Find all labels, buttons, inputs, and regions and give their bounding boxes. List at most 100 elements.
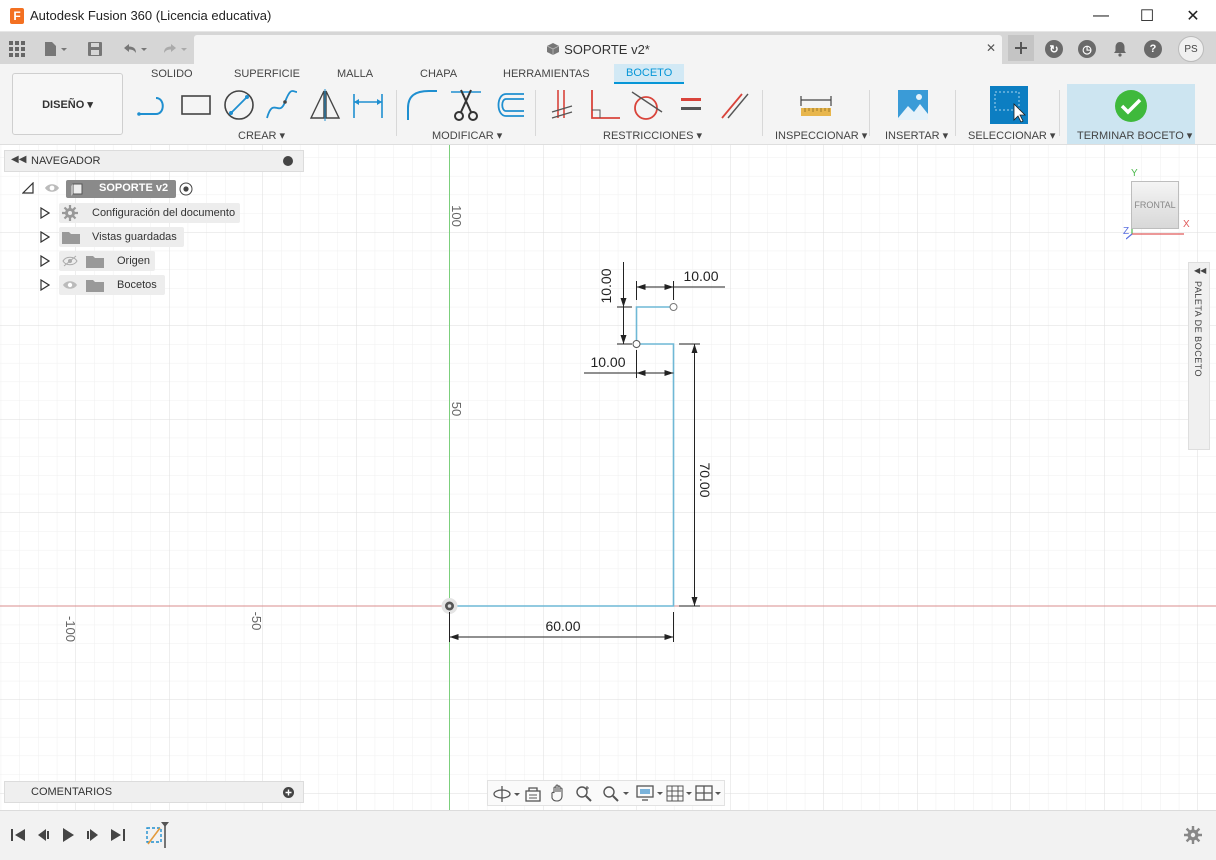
redo-icon[interactable]: [158, 38, 190, 60]
orbit-icon[interactable]: [492, 785, 520, 803]
tab-boceto[interactable]: BOCETO: [614, 64, 685, 84]
comments-title: COMENTARIOS: [31, 786, 113, 798]
user-avatar[interactable]: PS: [1178, 36, 1204, 62]
create-group-menu[interactable]: CREAR ▾: [238, 129, 285, 142]
equal-constraint-icon[interactable]: [674, 88, 708, 122]
constraints-group-menu[interactable]: RESTRICCIONES ▾: [603, 129, 702, 142]
notifications-bell-icon[interactable]: [1109, 38, 1131, 60]
viewcube-face-label: FRONTAL: [1134, 200, 1176, 210]
spline-tool-icon[interactable]: [265, 88, 299, 122]
timeline-settings-gear-icon[interactable]: [1184, 826, 1202, 844]
parallel-constraint-icon[interactable]: [718, 88, 752, 122]
expand-arrow-icon[interactable]: [40, 279, 50, 291]
fillet-tool-icon[interactable]: [405, 88, 439, 122]
tree-item-origin[interactable]: Origen: [59, 251, 155, 271]
expand-arrow-icon[interactable]: [40, 255, 50, 267]
expand-palette-icon[interactable]: ◀◀: [1194, 266, 1206, 275]
look-at-icon[interactable]: [524, 785, 542, 803]
measure-ruler-icon[interactable]: [799, 88, 833, 122]
dimension-60: 60.00: [545, 618, 580, 634]
help-icon[interactable]: ?: [1142, 38, 1164, 60]
step-forward-icon[interactable]: [85, 827, 101, 843]
tree-expanded-triangle-icon[interactable]: [22, 182, 34, 194]
data-panel-grid-icon[interactable]: [6, 38, 28, 60]
circle-tool-icon[interactable]: [222, 88, 256, 122]
rectangle-tool-icon[interactable]: [179, 88, 213, 122]
tab-superficie[interactable]: SUPERFICIE: [234, 68, 300, 86]
tree-item-sketches[interactable]: Bocetos: [59, 275, 165, 295]
sketch-palette-panel[interactable]: ◀◀ PALETA DE BOCETO: [1188, 262, 1210, 450]
viewports-icon[interactable]: [695, 784, 723, 802]
minimize-button[interactable]: —: [1078, 0, 1124, 32]
offset-tool-icon[interactable]: [492, 88, 526, 122]
mirror-tool-icon[interactable]: [308, 88, 342, 122]
zoom-icon[interactable]: [575, 784, 593, 802]
tab-solido[interactable]: SOLIDO: [151, 68, 193, 86]
axis-label-x-neg100: -100: [63, 616, 78, 642]
root-component-row[interactable]: SOPORTE v2: [66, 180, 176, 198]
activate-component-radio-icon[interactable]: [179, 182, 193, 196]
grid-snap-icon[interactable]: [666, 784, 694, 802]
new-tab-plus-icon[interactable]: [1008, 35, 1034, 61]
extensions-icon[interactable]: ↻: [1043, 38, 1065, 60]
fit-zoom-icon[interactable]: [601, 784, 631, 802]
expand-arrow-icon[interactable]: [40, 231, 50, 243]
inspect-group-menu[interactable]: INSPECCIONAR ▾: [775, 129, 867, 142]
tree-item-saved-views[interactable]: Vistas guardadas: [59, 227, 184, 247]
workspace-switcher[interactable]: DISEÑO ▾: [12, 73, 123, 135]
component-cube-icon: [546, 43, 560, 55]
collapse-browser-icon[interactable]: ◀◀: [11, 154, 26, 165]
step-back-icon[interactable]: [35, 827, 51, 843]
line-tool-icon[interactable]: [136, 88, 170, 122]
play-icon[interactable]: [60, 827, 76, 843]
close-document-tab-button[interactable]: ✕: [986, 41, 996, 55]
undo-icon[interactable]: [118, 38, 150, 60]
trim-scissors-icon[interactable]: [449, 88, 483, 122]
browser-panel-header[interactable]: ◀◀ NAVEGADOR: [4, 150, 304, 172]
hidden-eye-icon[interactable]: [62, 255, 78, 267]
axis-label-y100: 100: [449, 205, 464, 227]
finish-sketch-menu[interactable]: TERMINAR BOCETO ▾: [1077, 129, 1192, 142]
close-window-button[interactable]: ✕: [1170, 0, 1216, 32]
folder-icon: [62, 232, 80, 244]
sketch-point: [632, 340, 641, 348]
insert-image-icon[interactable]: [896, 88, 930, 122]
folder-icon: [86, 256, 104, 268]
job-status-clock-icon[interactable]: ◷: [1076, 38, 1098, 60]
tab-chapa[interactable]: CHAPA: [420, 68, 457, 86]
expand-arrow-icon[interactable]: [40, 207, 50, 219]
comments-panel-header[interactable]: COMENTARIOS: [4, 781, 304, 803]
go-to-end-icon[interactable]: [110, 827, 126, 843]
display-settings-icon[interactable]: [636, 784, 666, 802]
add-comment-icon[interactable]: [283, 787, 294, 798]
maximize-button[interactable]: ☐: [1124, 0, 1170, 32]
go-to-start-icon[interactable]: [10, 827, 26, 843]
file-menu-icon[interactable]: [40, 38, 72, 60]
pan-hand-icon[interactable]: [550, 784, 568, 802]
select-group-menu[interactable]: SELECCIONAR ▾: [968, 129, 1055, 142]
group-separator: [1059, 90, 1060, 136]
visibility-eye-icon[interactable]: [44, 182, 60, 194]
select-window-icon[interactable]: [990, 86, 1028, 124]
visibility-eye-icon[interactable]: [62, 279, 78, 291]
tab-herramientas[interactable]: HERRAMIENTAS: [503, 68, 590, 86]
insert-group-menu[interactable]: INSERTAR ▾: [885, 129, 948, 142]
document-tab[interactable]: SOPORTE v2* ✕: [194, 35, 1002, 64]
timeline-sketch-feature-icon[interactable]: [144, 820, 174, 850]
origin-point-icon: [441, 598, 458, 614]
tangent-constraint-icon[interactable]: [630, 88, 664, 122]
dimension-10-middle: 10.00: [590, 354, 625, 370]
modify-group-menu[interactable]: MODIFICAR ▾: [432, 129, 502, 142]
fusion-logo-icon: F: [10, 8, 24, 24]
save-icon[interactable]: [84, 38, 106, 60]
coincident-constraint-icon[interactable]: [546, 88, 580, 122]
browser-minimize-icon[interactable]: [283, 156, 293, 166]
tree-item-document-settings[interactable]: Configuración del documento: [59, 203, 240, 223]
sketch-palette-label: PALETA DE BOCETO: [1193, 281, 1203, 378]
tab-malla[interactable]: MALLA: [337, 68, 373, 86]
perpendicular-constraint-icon[interactable]: [588, 88, 622, 122]
finish-sketch-check-icon[interactable]: [1114, 89, 1148, 123]
axis-label-x-neg50: -50: [249, 612, 264, 631]
viewcube[interactable]: FRONTAL: [1131, 181, 1179, 229]
sketch-dimension-tool-icon[interactable]: [351, 88, 385, 122]
